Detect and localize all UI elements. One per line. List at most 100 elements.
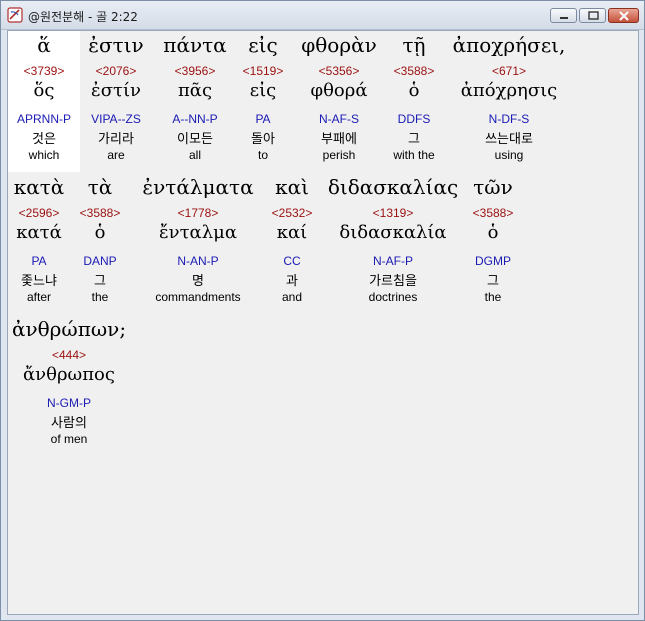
close-icon bbox=[619, 11, 629, 21]
parse-code: DANP bbox=[83, 254, 117, 268]
korean-gloss: 이모든 bbox=[177, 132, 213, 147]
close-button[interactable] bbox=[608, 8, 639, 23]
strong-number[interactable]: <444> bbox=[8, 348, 130, 362]
parse-code: DDFS bbox=[397, 112, 431, 126]
greek-word: καὶ bbox=[275, 175, 309, 199]
korean-gloss: 부패에 bbox=[321, 132, 357, 147]
english-gloss: the bbox=[91, 290, 109, 304]
lemma: ὁ bbox=[487, 222, 499, 243]
greek-word: τῇ bbox=[402, 33, 426, 57]
korean-gloss: 돌아 bbox=[251, 132, 275, 147]
korean-gloss: 가리라 bbox=[98, 132, 134, 147]
word-block[interactable]: εἰς <1519> εἰς PA 돌아 to bbox=[238, 31, 288, 172]
app-window: @원전분해 - 골 2:22 ἅ <3739> ὅς APRNN-P 것은 wh… bbox=[0, 0, 645, 621]
maximize-icon bbox=[588, 11, 599, 20]
strong-number[interactable]: <3588> bbox=[384, 64, 444, 78]
word-block[interactable]: καὶ <2532> καί CC 과 and bbox=[266, 173, 318, 314]
english-gloss: the bbox=[484, 290, 502, 304]
word-block[interactable]: διδασκαλίας <1319> διδασκαλία N-AF-P 가르침… bbox=[322, 173, 464, 314]
minimize-button[interactable] bbox=[550, 8, 577, 23]
english-gloss: all bbox=[188, 148, 201, 162]
greek-word: ἅ bbox=[37, 33, 51, 57]
lemma: καί bbox=[276, 222, 308, 243]
strong-number[interactable]: <1319> bbox=[322, 206, 464, 220]
word-block[interactable]: φθορὰν <5356> φθορά N-AF-S 부패에 perish bbox=[296, 31, 382, 172]
parse-code: N-AF-S bbox=[319, 112, 359, 126]
english-gloss: with the bbox=[393, 148, 435, 162]
parse-code: CC bbox=[283, 254, 301, 268]
minimize-icon bbox=[560, 17, 568, 19]
greek-word: πάντα bbox=[163, 33, 227, 57]
word-block[interactable]: κατὰ <2596> κατά PA 좇느냐 after bbox=[8, 173, 70, 314]
greek-word: ἐντάλματα bbox=[142, 175, 254, 199]
korean-gloss: 가르침을 bbox=[369, 274, 417, 289]
english-gloss: are bbox=[107, 148, 125, 162]
english-gloss: perish bbox=[322, 148, 356, 162]
parse-code: N-AN-P bbox=[177, 254, 219, 268]
lemma: ὅς bbox=[33, 80, 55, 101]
english-gloss: commandments bbox=[155, 290, 241, 304]
strong-number[interactable]: <3588> bbox=[466, 206, 520, 220]
korean-gloss: 그 bbox=[408, 132, 420, 147]
korean-gloss: 것은 bbox=[32, 132, 56, 147]
word-block[interactable]: τῶν <3588> ὁ DGMP 그 the bbox=[466, 173, 520, 314]
greek-word: εἰς bbox=[248, 33, 278, 57]
greek-word: διδασκαλίας bbox=[327, 175, 459, 199]
parse-code: PA bbox=[31, 254, 47, 268]
strong-number[interactable]: <671> bbox=[446, 64, 572, 78]
parse-code: A--NN-P bbox=[172, 112, 218, 126]
greek-word: τῶν bbox=[473, 175, 513, 199]
parse-code: PA bbox=[255, 112, 271, 126]
app-icon bbox=[7, 7, 23, 23]
lemma: ἄνθρωπος bbox=[23, 364, 115, 385]
strong-number[interactable]: <3739> bbox=[8, 64, 80, 78]
maximize-button[interactable] bbox=[579, 8, 606, 23]
strong-number[interactable]: <2532> bbox=[266, 206, 318, 220]
strong-number[interactable]: <2076> bbox=[84, 64, 148, 78]
lemma: ἔνταλμα bbox=[159, 222, 237, 243]
korean-gloss: 사람의 bbox=[51, 416, 87, 431]
lemma: πᾶς bbox=[177, 80, 213, 101]
parse-code: N-GM-P bbox=[47, 396, 91, 410]
lemma: ἐστίν bbox=[91, 80, 141, 101]
strong-number[interactable]: <2596> bbox=[8, 206, 70, 220]
word-block[interactable]: ἀνθρώπων; <444> ἄνθρωπος N-GM-P 사람의 of m… bbox=[8, 315, 130, 456]
english-gloss: to bbox=[257, 148, 268, 162]
title-bar[interactable]: @원전분해 - 골 2:22 bbox=[1, 1, 644, 30]
strong-number[interactable]: <3956> bbox=[158, 64, 232, 78]
word-block[interactable]: ἐστιν <2076> ἐστίν VIPA--ZS 가리라 are bbox=[84, 31, 148, 172]
window-title: @원전분해 - 골 2:22 bbox=[28, 10, 138, 24]
lemma: διδασκαλία bbox=[339, 222, 447, 243]
lemma: κατά bbox=[16, 222, 62, 243]
parse-code: N-AF-P bbox=[373, 254, 413, 268]
interlinear-view: ἅ <3739> ὅς APRNN-P 것은 which ἐστιν <2076… bbox=[7, 30, 639, 615]
word-block[interactable]: ἅ <3739> ὅς APRNN-P 것은 which bbox=[8, 31, 80, 172]
strong-number[interactable]: <3588> bbox=[74, 206, 126, 220]
strong-number[interactable]: <1778> bbox=[136, 206, 260, 220]
word-block[interactable]: ἀποχρήσει, <671> ἀπόχρησις N-DF-S 쓰는대로 u… bbox=[446, 31, 572, 172]
strong-number[interactable]: <1519> bbox=[238, 64, 288, 78]
korean-gloss: 쓰는대로 bbox=[485, 132, 533, 147]
lemma: φθορά bbox=[310, 80, 368, 101]
english-gloss: after bbox=[26, 290, 51, 304]
lemma: ὁ bbox=[94, 222, 106, 243]
english-gloss: and bbox=[281, 290, 303, 304]
greek-word: ἀποχρήσει, bbox=[452, 33, 566, 57]
strong-number[interactable]: <5356> bbox=[296, 64, 382, 78]
parse-code: DGMP bbox=[475, 254, 511, 268]
word-block[interactable]: τῇ <3588> ὁ DDFS 그 with the bbox=[384, 31, 444, 172]
parse-code: VIPA--ZS bbox=[91, 112, 141, 126]
english-gloss: using bbox=[494, 148, 524, 162]
greek-word: κατὰ bbox=[13, 175, 65, 199]
greek-word: ἀνθρώπων; bbox=[11, 317, 127, 341]
lemma: ἀπόχρησις bbox=[460, 80, 558, 101]
korean-gloss: 그 bbox=[94, 274, 106, 289]
korean-gloss: 과 bbox=[286, 274, 298, 289]
word-block[interactable]: τὰ <3588> ὁ DANP 그 the bbox=[74, 173, 126, 314]
lemma: ὁ bbox=[408, 80, 420, 101]
word-block[interactable]: πάντα <3956> πᾶς A--NN-P 이모든 all bbox=[158, 31, 232, 172]
korean-gloss: 명 bbox=[192, 274, 204, 289]
greek-word: τὰ bbox=[87, 175, 113, 199]
word-block[interactable]: ἐντάλματα <1778> ἔνταλμα N-AN-P 명 comman… bbox=[136, 173, 260, 314]
english-gloss: of men bbox=[50, 432, 88, 446]
